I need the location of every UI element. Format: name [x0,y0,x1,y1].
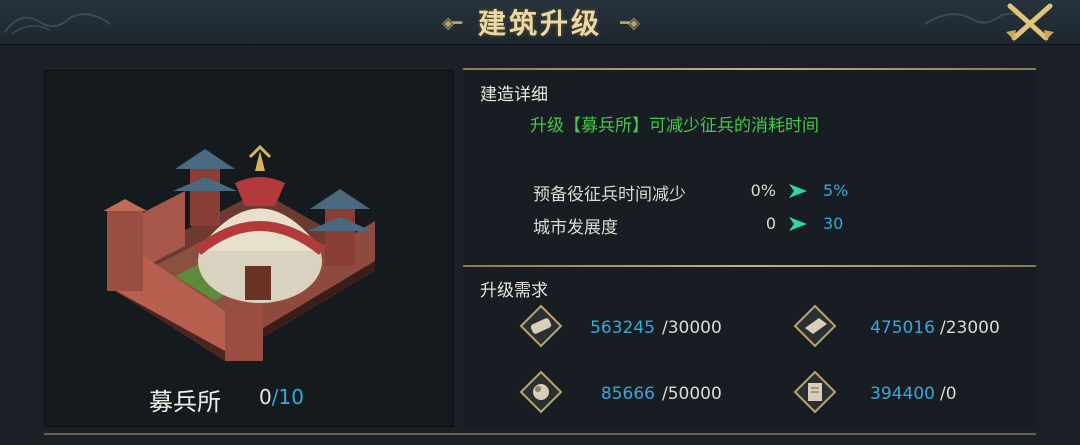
iron-ingot-icon [793,304,837,348]
detail-label-city-dev: 城市发展度 [533,218,618,238]
title-deco-right-icon: ━◈ [620,12,640,32]
detail-to-city-dev: 30 [823,214,844,233]
title-deco-left-icon: ◈━ [442,12,462,32]
grain-scroll-icon [793,370,837,414]
stone-need: /50000 [662,384,722,404]
info-panel: 建造详细 升级【募兵所】可减少征兵的消耗时间 预备役征兵时间减少 0% 5% 城… [463,68,1036,428]
detail-to-recruit-time: 5% [823,181,849,200]
building-preview-panel: 募兵所 0/10 [44,70,454,427]
grain-need: /0 [940,384,957,404]
close-button[interactable] [1002,2,1058,42]
grain-have: 394400 [870,384,935,404]
stone-have: 85666 [600,384,655,404]
iron-need: /23000 [940,318,1000,338]
requirements-section-title: 升级需求 [480,281,548,301]
divider-middle [463,265,1036,267]
detail-from-recruit-time: 0% [750,181,776,200]
wood-need: /30000 [662,318,722,338]
level-current: 0 [259,385,272,409]
crossed-swords-close-icon [1006,3,1054,41]
building-level: 0/10 [259,385,304,409]
divider-top [463,68,1036,70]
divider-bottom [44,433,1036,435]
upgrade-description: 升级【募兵所】可减少征兵的消耗时间 [530,116,819,136]
arrow-right-icon [789,217,807,231]
title-bar: ◈━ 建筑升级 ━◈ [0,0,1080,45]
barracks-building-image [103,144,375,361]
wood-have: 563245 [590,318,655,338]
detail-from-city-dev: 0 [765,214,776,233]
details-section-title: 建造详细 [480,85,548,105]
building-name: 募兵所 [149,388,221,416]
iron-have: 475016 [870,318,935,338]
level-max: 10 [278,385,304,409]
cloud-ornament-left-icon [4,13,111,35]
detail-label-recruit-time: 预备役征兵时间减少 [533,185,686,205]
page-title: 建筑升级 [477,7,602,40]
arrow-right-icon [789,184,807,198]
